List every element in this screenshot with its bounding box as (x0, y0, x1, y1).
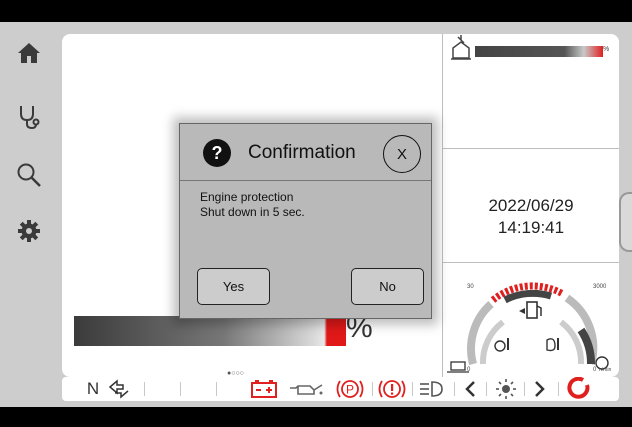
gear-icon (18, 220, 40, 242)
question-icon: ? (203, 139, 231, 167)
rpm-unit: n/min (599, 367, 612, 373)
engine-gauge (447, 282, 609, 373)
general-warning-indicator (376, 377, 408, 401)
brightness-icon (496, 379, 516, 399)
fuel-tank-icon (451, 35, 471, 60)
nav-home[interactable] (10, 34, 48, 72)
close-button[interactable]: X (383, 135, 421, 173)
hour-meter-icon (447, 361, 469, 373)
fuel-level-unit: % (603, 46, 610, 53)
bar-separator (180, 382, 181, 396)
home-icon (18, 43, 40, 63)
headlight-indicator (416, 377, 446, 401)
power-icon (567, 377, 590, 399)
bar-separator (524, 382, 525, 396)
bar-separator (486, 382, 487, 396)
gauge-left-zero: 0 (467, 367, 471, 373)
nav-settings[interactable] (10, 212, 48, 250)
engine-temp-icon (494, 338, 509, 352)
battery-indicator (248, 377, 280, 401)
nav-search[interactable] (10, 156, 48, 194)
dialog-message-line: Engine protection (200, 190, 294, 204)
direction-arrows-icon (108, 379, 129, 399)
dialog-message-line: Shut down in 5 sec. (200, 205, 305, 219)
parking-brake-indicator: P (334, 377, 366, 401)
side-drawer-handle[interactable] (619, 192, 632, 252)
status-divider-bottom (443, 262, 619, 263)
general-warning-icon (378, 380, 406, 398)
dialog-title: Confirmation (248, 142, 356, 163)
stethoscope-icon (20, 106, 40, 130)
confirmation-dialog: ? Confirmation X Engine protection Shut … (179, 123, 432, 319)
brightness-down-button[interactable] (458, 377, 482, 401)
fuel-level-bar (475, 46, 603, 57)
brightness-indicator (492, 377, 520, 401)
coolant-icon (546, 338, 559, 352)
parking-brake-icon: P (336, 380, 364, 398)
dialog-message: Engine protection Shut down in 5 sec. (200, 190, 305, 220)
time-display: 14:19:41 (497, 218, 565, 237)
close-icon: X (396, 145, 407, 163)
svg-text:?: ? (212, 143, 223, 163)
gear-indicator: N (86, 379, 100, 398)
nav-diagnostics[interactable] (10, 98, 48, 136)
indicator-bar: N P (62, 377, 619, 401)
chevron-left-icon (465, 381, 475, 397)
bar-separator (412, 382, 413, 396)
direction-toggle[interactable] (106, 377, 132, 401)
side-nav (0, 22, 58, 407)
page-indicator[interactable]: ●○○○ (227, 370, 244, 377)
status-divider-top (443, 148, 619, 149)
bar-separator (558, 382, 559, 396)
gauge-right-zero: 0 (593, 367, 597, 373)
gauge-max-label: 3000 (593, 284, 607, 290)
status-panel: % 2022/06/29 14:19:41 30 3000 0 0 n/min (443, 34, 619, 377)
oil-pressure-indicator (286, 377, 326, 401)
fuel-pump-icon (519, 301, 542, 319)
bar-separator (372, 382, 373, 396)
no-button[interactable]: No (351, 268, 424, 305)
load-bar (74, 316, 346, 346)
brightness-up-button[interactable] (528, 377, 552, 401)
battery-warning-icon (251, 380, 277, 398)
yes-button[interactable]: Yes (197, 268, 270, 305)
dialog-header: ? Confirmation X (180, 124, 431, 181)
chevron-right-icon (535, 381, 545, 397)
headlight-icon (420, 381, 443, 397)
svg-text:P: P (346, 383, 354, 397)
search-icon (17, 163, 41, 187)
power-button[interactable] (564, 377, 594, 401)
bar-separator (454, 382, 455, 396)
bar-separator (144, 382, 145, 396)
oil-pressure-icon (290, 384, 323, 395)
bar-separator (216, 382, 217, 396)
gauge-min-label: 30 (467, 284, 474, 290)
date-display: 2022/06/29 (488, 196, 574, 215)
